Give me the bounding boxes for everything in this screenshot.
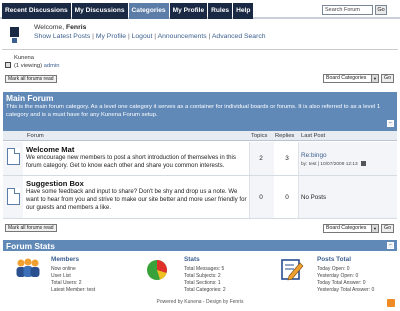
- forum-description: We encourage new members to post a short…: [26, 154, 236, 169]
- main-forum-description: This is the main forum category. As a le…: [6, 104, 381, 118]
- last-post-none: No Posts: [301, 194, 327, 201]
- members-icon: [16, 258, 40, 277]
- forum-row: Suggestion Box Have some feedback and in…: [3, 176, 397, 219]
- welcome-text: Welcome, Fenris: [34, 24, 86, 31]
- link-my-profile[interactable]: My Profile: [96, 33, 126, 40]
- nav-tabs: Recent Discussions My Discussions Catego…: [2, 3, 254, 19]
- forum-document-icon: [7, 188, 20, 205]
- main-forum-title[interactable]: Main Forum: [6, 93, 53, 103]
- category-select[interactable]: Board Categories ▼: [323, 224, 379, 233]
- today-total-answer: Today Total Answer: 0: [317, 280, 366, 286]
- posts-pencil-icon: [281, 259, 304, 281]
- rss-feed-icon[interactable]: [387, 299, 395, 307]
- link-announcements[interactable]: Announcements: [158, 33, 207, 40]
- column-topics: Topics: [251, 133, 268, 139]
- last-post-meta: by: test | 10/07/2009 12:13: [301, 161, 367, 167]
- forum-topics-count: 2: [259, 155, 263, 162]
- viewing-status: (1 viewing) admin: [5, 62, 59, 69]
- forum-description: Have some feedback and input to share? D…: [26, 188, 247, 211]
- forum-stats-header: Forum Stats −: [3, 240, 397, 251]
- last-post-info: by: test | 10/07/2009 12:13: [301, 162, 358, 167]
- link-advanced-search[interactable]: Advanced Search: [212, 33, 266, 40]
- total-messages: Total Messages: 5: [184, 266, 225, 272]
- profile-links: Show Latest Posts | My Profile | Logout …: [34, 33, 266, 40]
- footer-credit: Powered by Kunena - Design by Fenris: [156, 299, 244, 305]
- collapse-icon[interactable]: −: [387, 120, 394, 127]
- chevron-down-icon: ▼: [371, 75, 378, 82]
- profile-box: Welcome, Fenris Show Latest Posts | My P…: [2, 21, 398, 50]
- stats-heading: Stats: [184, 256, 200, 263]
- yesterday-open: Yesterday Open: 0: [317, 273, 359, 279]
- tab-categories[interactable]: Categories: [128, 3, 169, 19]
- yesterday-total-answer: Yesterday Total Answer: 0: [317, 287, 375, 293]
- forum-topics-count: 0: [259, 194, 263, 201]
- column-forum: Forum: [27, 133, 44, 139]
- top-navigation: Recent Discussions My Discussions Catego…: [0, 0, 400, 19]
- user-list-link[interactable]: User List: [51, 273, 71, 279]
- category-select[interactable]: Board Categories ▼: [323, 74, 379, 83]
- mark-all-read-button[interactable]: Mark all forums read: [5, 224, 57, 232]
- forum-stats-body: Members Now online User List Total Users…: [3, 251, 397, 296]
- stats-pie-icon: [147, 260, 167, 280]
- collapse-toggle-icon[interactable]: [5, 62, 11, 68]
- forum-name[interactable]: Suggestion Box: [26, 179, 84, 188]
- members-heading: Members: [51, 256, 80, 263]
- total-categories: Total Categories: 2: [184, 287, 226, 293]
- total-subjects: Total Subjects: 2: [184, 273, 221, 279]
- now-online-link[interactable]: Now online: [51, 266, 76, 272]
- collapse-icon[interactable]: −: [387, 242, 394, 249]
- link-logout[interactable]: Logout: [132, 33, 153, 40]
- forum-stats-title: Forum Stats: [6, 241, 55, 251]
- column-replies: Replies: [275, 133, 295, 139]
- posts-heading: Posts Total: [317, 256, 351, 263]
- search-input[interactable]: Search Forum: [322, 5, 373, 15]
- category-select-value: Board Categories: [326, 75, 367, 81]
- tab-my-discussions[interactable]: My Discussions: [71, 3, 128, 19]
- last-post-link[interactable]: Re:bingo: [301, 152, 327, 159]
- category-go-button[interactable]: Go: [381, 224, 394, 233]
- link-show-latest-posts[interactable]: Show Latest Posts: [34, 33, 90, 40]
- main-forum-header: Main Forum This is the main forum catego…: [3, 92, 397, 131]
- column-last-post: Last Post: [301, 133, 326, 139]
- online-user-link[interactable]: admin: [44, 63, 60, 69]
- forum-table-header: Forum Topics Replies Last Post: [3, 131, 397, 141]
- total-users: Total Users: 2: [51, 280, 82, 286]
- tab-help[interactable]: Help: [233, 3, 254, 19]
- forum-name[interactable]: Welcome Mat: [26, 145, 74, 154]
- forum-row: Welcome Mat We encourage new members to …: [3, 142, 397, 176]
- search-go-button[interactable]: Go: [375, 5, 387, 15]
- chevron-down-icon: ▼: [371, 225, 378, 232]
- user-avatar-icon: [10, 27, 19, 43]
- forum-replies-count: 0: [285, 194, 289, 201]
- welcome-prefix: Welcome,: [34, 24, 65, 31]
- tab-recent-discussions[interactable]: Recent Discussions: [2, 3, 71, 19]
- forum-replies-count: 3: [285, 155, 289, 162]
- mark-all-read-button[interactable]: Mark all forums read: [5, 75, 57, 83]
- viewing-count: (1 viewing): [14, 63, 43, 69]
- tab-my-profile[interactable]: My Profile: [169, 3, 208, 19]
- site-name: Kunena: [14, 55, 34, 61]
- welcome-username: Fenris: [65, 24, 87, 31]
- category-select-value: Board Categories: [326, 225, 367, 231]
- latest-member: Latest Member: test: [51, 287, 96, 293]
- tab-rules[interactable]: Rules: [208, 3, 233, 19]
- category-go-button[interactable]: Go: [381, 74, 394, 83]
- today-open: Today Open: 0: [317, 266, 350, 272]
- total-sections: Total Sections: 1: [184, 280, 221, 286]
- goto-last-post-icon[interactable]: [361, 161, 367, 166]
- forum-document-icon: [7, 148, 20, 165]
